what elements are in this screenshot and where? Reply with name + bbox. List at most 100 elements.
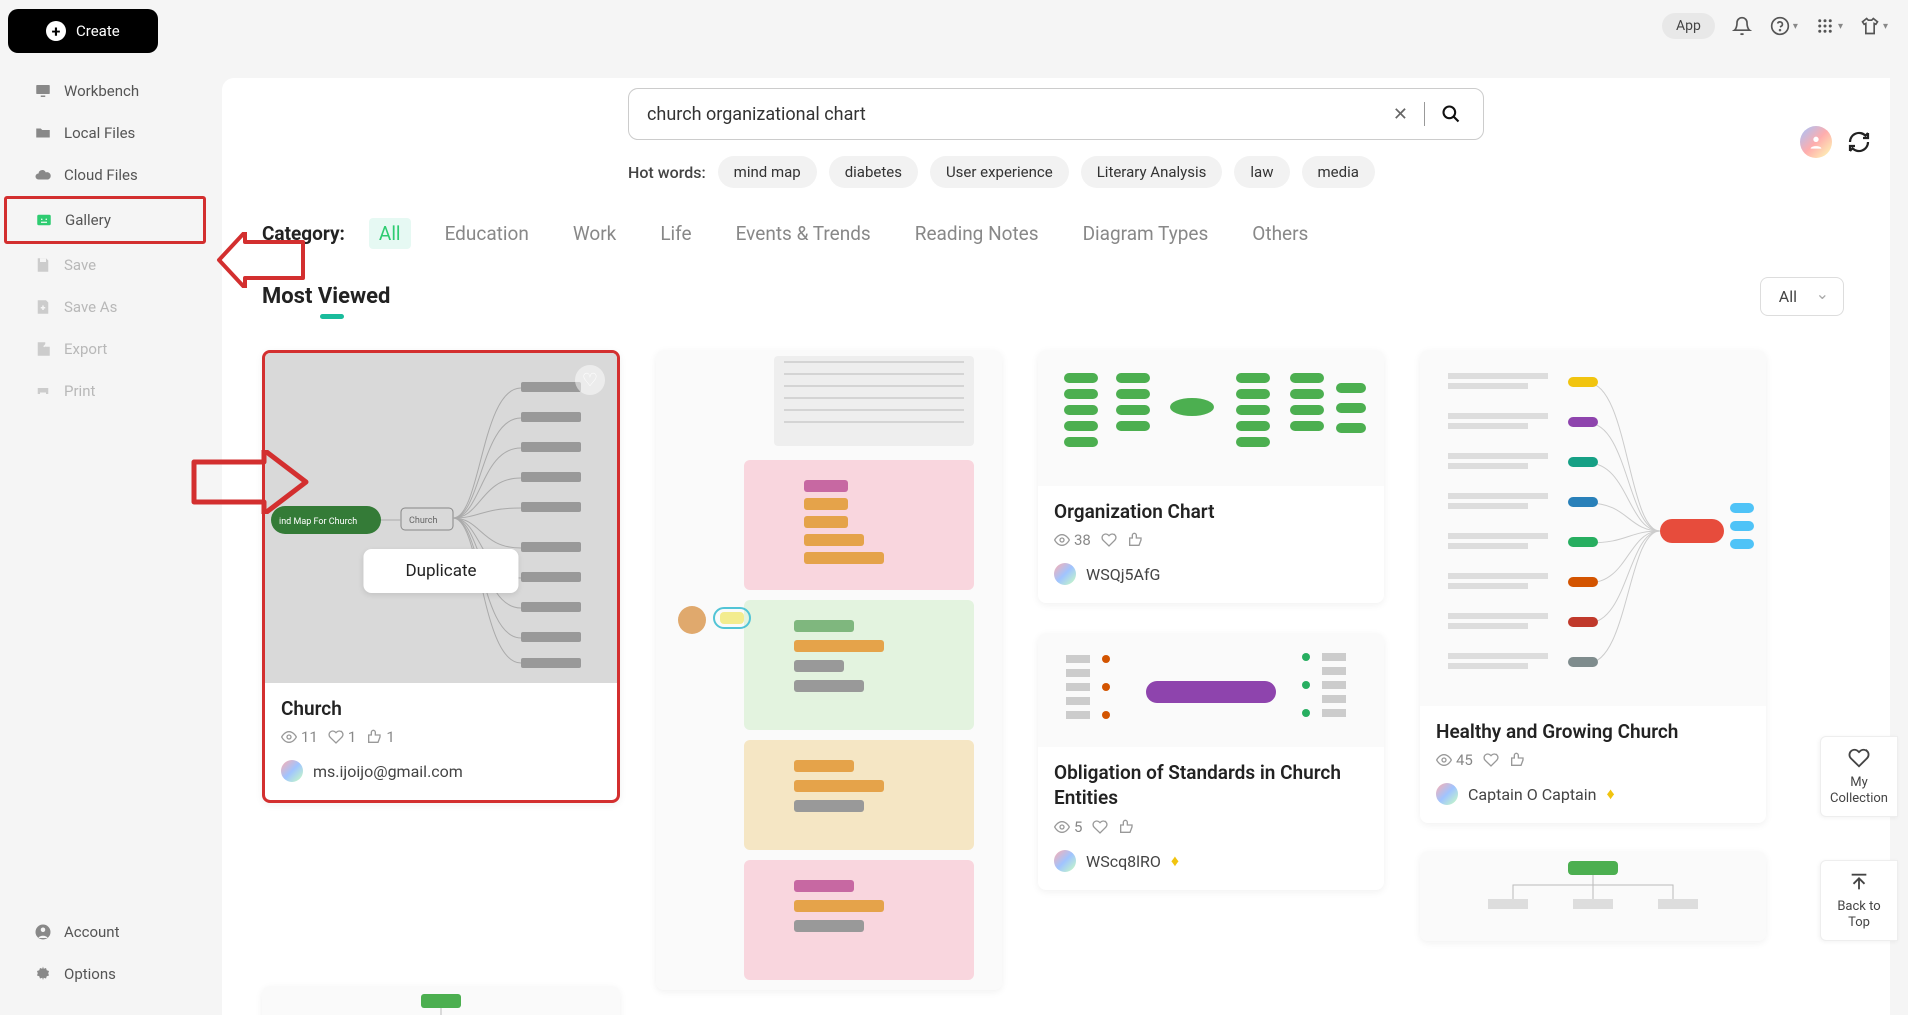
thumbs-stat[interactable] <box>1118 819 1134 835</box>
sidebar-item-label: Export <box>64 340 107 358</box>
card-title: Church <box>281 697 601 720</box>
sidebar-item-label: Options <box>64 965 116 983</box>
save-icon <box>34 256 52 274</box>
sidebar-item-save: Save <box>0 244 210 286</box>
obligation-thumb <box>1046 635 1376 745</box>
main-panel: ✕ Hot words: mind map diabetes User expe… <box>222 78 1890 1015</box>
search-input[interactable] <box>647 104 1381 125</box>
topbar: App ▾ ▾ ▾ <box>0 0 1908 52</box>
print-icon <box>34 382 52 400</box>
author-name: ms.ijoijo@gmail.com <box>313 762 463 781</box>
app-badge[interactable]: App <box>1662 13 1715 39</box>
card-author: ms.ijoijo@gmail.com <box>281 760 601 782</box>
thumbs-stat[interactable] <box>1509 752 1525 768</box>
category-all[interactable]: All <box>369 218 411 249</box>
thumbs-stat[interactable] <box>1127 532 1143 548</box>
my-collection-widget[interactable]: My Collection <box>1820 736 1898 817</box>
divider <box>1424 102 1425 126</box>
sidebar-item-account[interactable]: Account <box>0 911 210 953</box>
heart-icon <box>1848 747 1870 769</box>
sidebar-item-options[interactable]: Options <box>0 953 210 995</box>
hotword-pill[interactable]: media <box>1302 156 1375 188</box>
card-title: Organization Chart <box>1054 500 1368 523</box>
sidebar-item-cloud-files[interactable]: Cloud Files <box>0 154 210 196</box>
apps-dropdown[interactable]: ▾ <box>1814 15 1843 37</box>
hotwords-label: Hot words: <box>628 163 706 182</box>
healthy-thumb <box>1428 353 1758 703</box>
card-title: Healthy and Growing Church <box>1436 720 1750 743</box>
avatar <box>1436 783 1458 805</box>
category-others[interactable]: Others <box>1242 218 1318 249</box>
diamond-badge-icon: ♦ <box>1171 851 1179 871</box>
gallery-card-obligation[interactable]: Obligation of Standards in Church Entiti… <box>1038 633 1384 890</box>
annotation-arrow-gallery <box>215 232 305 288</box>
filter-select[interactable]: All <box>1760 277 1844 316</box>
sidebar-item-local-files[interactable]: Local Files <box>0 112 210 154</box>
svg-text:ind Map For Church: ind Map For Church <box>279 517 357 527</box>
likes-stat: 1 <box>328 728 356 746</box>
hotword-pill[interactable]: Literary Analysis <box>1081 156 1223 188</box>
gallery-card-partial[interactable] <box>1420 851 1766 941</box>
card-thumb <box>1038 633 1384 747</box>
views-stat: 5 <box>1054 818 1082 836</box>
help-dropdown[interactable]: ▾ <box>1769 15 1798 37</box>
author-name: WScq8lRO <box>1086 852 1161 871</box>
sidebar-item-label: Gallery <box>65 211 111 229</box>
card-author: WSQj5AfG <box>1054 563 1368 585</box>
create-button[interactable]: + Create <box>8 9 158 53</box>
category-events[interactable]: Events & Trends <box>726 218 881 249</box>
hotword-pill[interactable]: law <box>1234 156 1289 188</box>
category-work[interactable]: Work <box>563 218 626 249</box>
sync-icon[interactable] <box>1846 129 1872 155</box>
card-thumb: ♡ ind Map For Church Church <box>265 353 617 683</box>
likes-stat[interactable] <box>1092 819 1108 835</box>
gallery-card-2[interactable] <box>656 350 1002 990</box>
gallery-icon <box>35 211 53 229</box>
shirt-dropdown[interactable]: ▾ <box>1859 15 1888 37</box>
likes-stat[interactable] <box>1483 752 1499 768</box>
folder-icon <box>34 124 52 142</box>
card-thumb <box>1420 350 1766 706</box>
chevron-down-icon: ▾ <box>1883 21 1888 32</box>
gallery-card-healthy[interactable]: Healthy and Growing Church 45 Captain O … <box>1420 350 1766 823</box>
back-to-top-widget[interactable]: Back to Top <box>1820 860 1898 941</box>
category-life[interactable]: Life <box>650 218 701 249</box>
category-education[interactable]: Education <box>435 218 539 249</box>
sidebar-item-export: Export <box>0 328 210 370</box>
gallery-card-org-chart[interactable]: Organization Chart 38 WSQj5AfG <box>1038 350 1384 603</box>
likes-stat[interactable] <box>1101 532 1117 548</box>
sidebar-item-workbench[interactable]: Workbench <box>0 70 210 112</box>
gallery-card-church[interactable]: ♡ ind Map For Church Church <box>262 350 620 803</box>
sidebar-item-gallery[interactable]: Gallery <box>4 196 206 244</box>
user-avatar[interactable] <box>1800 126 1832 158</box>
sidebar-item-label: Save As <box>64 298 117 316</box>
hotword-pill[interactable]: diabetes <box>829 156 918 188</box>
avatar <box>281 760 303 782</box>
sidebar-item-label: Account <box>64 923 120 941</box>
search-icon[interactable] <box>1429 104 1465 124</box>
duplicate-button[interactable]: Duplicate <box>363 549 518 593</box>
search-bar: ✕ <box>628 88 1484 140</box>
hotword-pill[interactable]: mind map <box>718 156 817 188</box>
category-reading[interactable]: Reading Notes <box>905 218 1049 249</box>
sidebar-bottom: Account Options <box>0 911 210 1015</box>
chevron-down-icon: ▾ <box>1793 21 1798 32</box>
gallery-card-partial-2[interactable] <box>262 986 620 1015</box>
hotword-pill[interactable]: User experience <box>930 156 1069 188</box>
sidebar-item-print: Print <box>0 370 210 412</box>
card-body: Organization Chart 38 WSQj5AfG <box>1038 486 1384 603</box>
views-stat: 45 <box>1436 751 1473 769</box>
clear-icon[interactable]: ✕ <box>1381 104 1420 125</box>
card-thumb <box>656 350 1002 990</box>
card-stats: 11 1 1 <box>281 728 601 746</box>
account-icon <box>34 923 52 941</box>
card-body: Church 11 1 1 ms.ijoijo@gmail.com <box>265 683 617 800</box>
shirt-icon <box>1859 15 1881 37</box>
section-header: Most Viewed All <box>222 267 1890 322</box>
heart-icon[interactable]: ♡ <box>575 365 605 395</box>
views-stat: 11 <box>281 728 318 746</box>
plus-icon: + <box>46 21 66 41</box>
card-title: Obligation of Standards in Church Entiti… <box>1054 761 1368 810</box>
bell-icon[interactable] <box>1731 15 1753 37</box>
category-diagram[interactable]: Diagram Types <box>1073 218 1219 249</box>
